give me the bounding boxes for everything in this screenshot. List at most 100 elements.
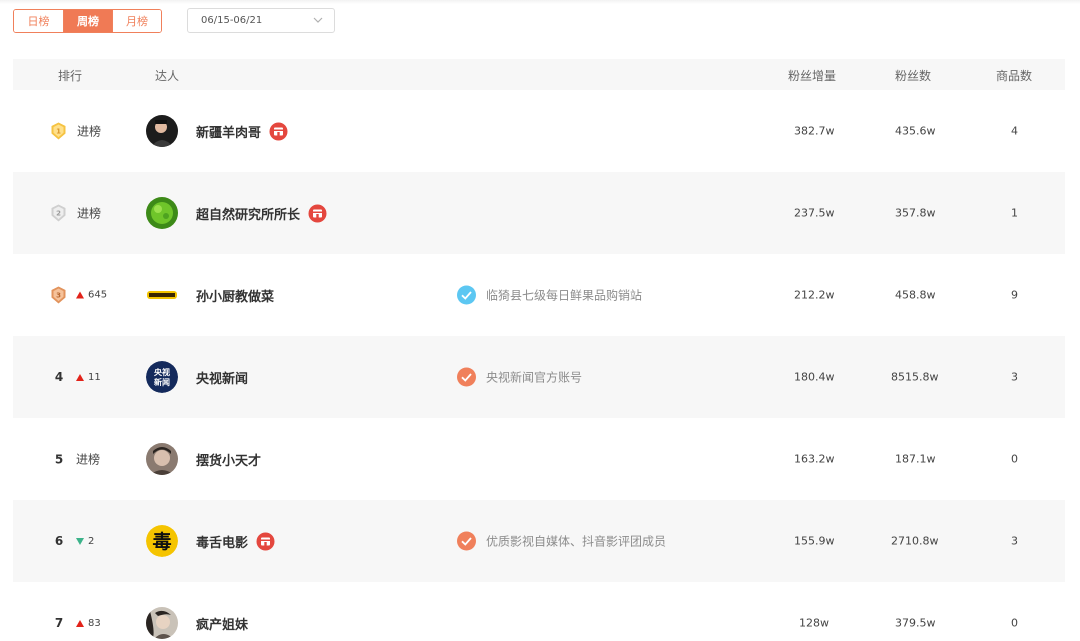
rank-cell: 3 645 [50, 286, 107, 305]
rank-change: 进榜 [77, 206, 102, 221]
svg-text:1: 1 [56, 128, 61, 136]
product-count: 0 [1011, 452, 1018, 466]
table-row[interactable]: 3 645 孙小厨教做菜 临猗县七级每日鲜果品购销站 212.2w 458.8w… [13, 254, 1065, 336]
fans-count: 187.1w [895, 452, 936, 466]
svg-text:央视: 央视 [154, 367, 170, 377]
product-count: 3 [1011, 370, 1018, 384]
rank-number: 6 [54, 534, 64, 548]
rank-change: 645 [76, 290, 107, 301]
svg-text:2: 2 [56, 210, 61, 218]
rank-cell: 1 进榜 [50, 122, 101, 141]
fans-count: 379.5w [895, 616, 936, 630]
rank-change-value: 2 [88, 535, 95, 547]
verification-text: 临猗县七级每日鲜果品购销站 [486, 288, 643, 303]
date-range-value: 06/15-06/21 [201, 15, 263, 26]
verification: 优质影视自媒体、抖音影评团成员 [457, 531, 667, 551]
rank-number: 4 [54, 370, 64, 384]
table-header: 排行 达人 粉丝增量 粉丝数 商品数 [13, 59, 1065, 90]
talent-cell: 摆货小天才 [146, 443, 261, 475]
silver-medal-icon: 2 [51, 204, 66, 222]
talent-cell: 毒 毒舌电影 [146, 525, 275, 557]
table-row[interactable]: 7 83 疯产姐妹 128w 379.5w 0 [13, 582, 1065, 641]
avatar[interactable] [146, 279, 178, 311]
product-count: 9 [1011, 288, 1018, 302]
avatar[interactable]: 央视 新闻 [146, 361, 178, 393]
talent-name[interactable]: 疯产姐妹 [196, 614, 248, 633]
col-products[interactable]: 商品数 [996, 67, 1032, 84]
col-talent: 达人 [155, 69, 180, 83]
fans-growth: 128w [799, 616, 829, 630]
fans-count: 458.8w [895, 288, 936, 302]
fans-count: 357.8w [895, 206, 936, 220]
talent-name[interactable]: 毒舌电影 [196, 532, 248, 551]
fans-count: 435.6w [895, 124, 936, 138]
svg-text:新闻: 新闻 [154, 377, 170, 387]
shop-icon [269, 122, 288, 140]
rank-cell: 4 11 [52, 370, 101, 384]
table-row[interactable]: 5 进榜 摆货小天才 163.2w 187.1w 0 [13, 418, 1065, 500]
table-row[interactable]: 1 进榜 新疆羊肉哥 382.7w 435.6w 4 [13, 90, 1065, 172]
top-shadow [0, 0, 1080, 4]
rank-change-value: 11 [88, 371, 101, 383]
rank-change: 进榜 [76, 452, 101, 467]
period-segment: 日榜 周榜 月榜 [13, 8, 162, 33]
avatar[interactable] [146, 115, 178, 147]
rank-up-icon [76, 619, 84, 627]
chevron-down-icon [313, 17, 323, 23]
avatar[interactable]: 毒 [146, 525, 178, 557]
product-count: 1 [1011, 206, 1018, 220]
table-row[interactable]: 6 2 毒 毒舌电影 优质影视自媒体、抖音影评团成员 155.9w 2710.8… [13, 500, 1065, 582]
product-count: 0 [1011, 616, 1018, 630]
shop-icon [256, 532, 275, 550]
verified-check-icon [457, 367, 476, 387]
product-count: 3 [1011, 534, 1018, 548]
fans-growth: 212.2w [794, 288, 835, 302]
tab-daily[interactable]: 日榜 [14, 9, 63, 32]
rank-change: 83 [76, 618, 101, 629]
fans-count: 2710.8w [891, 534, 939, 548]
talent-name[interactable]: 新疆羊肉哥 [196, 122, 261, 141]
tab-weekly[interactable]: 周榜 [63, 9, 112, 32]
rank-change-value: 83 [88, 617, 101, 629]
talent-name[interactable]: 摆货小天才 [196, 450, 261, 469]
rank-cell: 5 进榜 [52, 451, 100, 468]
talent-cell: 新疆羊肉哥 [146, 115, 288, 147]
period-tabs: 日榜 周榜 月榜 [13, 8, 162, 33]
talent-cell: 疯产姐妹 [146, 607, 248, 639]
verification: 临猗县七级每日鲜果品购销站 [457, 285, 643, 305]
rank-down-icon [76, 537, 84, 545]
rank-cell: 7 83 [52, 616, 101, 630]
verified-check-icon [457, 285, 476, 305]
avatar[interactable] [146, 443, 178, 475]
svg-text:毒: 毒 [152, 530, 171, 553]
svg-text:3: 3 [56, 292, 61, 300]
table-row[interactable]: 4 11 央视 新闻 央视新闻 央视新闻官方账号 180.4w 8515.8w 3 [13, 336, 1065, 418]
talent-name[interactable]: 孙小厨教做菜 [196, 286, 274, 305]
verification: 央视新闻官方账号 [457, 367, 583, 387]
rank-number: 7 [54, 616, 64, 630]
rank-up-icon [76, 373, 84, 381]
rank-cell: 2 进榜 [50, 204, 101, 223]
fans-count: 8515.8w [891, 370, 939, 384]
bronze-medal-icon: 3 [51, 286, 66, 304]
rank-cell: 6 2 [52, 534, 95, 548]
product-count: 4 [1011, 124, 1018, 138]
talent-name[interactable]: 超自然研究所所长 [196, 204, 300, 223]
verification-text: 优质影视自媒体、抖音影评团成员 [486, 534, 667, 549]
rank-change: 2 [76, 536, 94, 547]
date-range-select[interactable]: 06/15-06/21 [187, 8, 335, 33]
fans-growth: 163.2w [794, 452, 835, 466]
table-row[interactable]: 2 进榜 超自然研究所所长 237.5w 357.8w 1 [13, 172, 1065, 254]
talent-name[interactable]: 央视新闻 [196, 368, 248, 387]
col-fans[interactable]: 粉丝数 [895, 67, 931, 84]
gold-medal-icon: 1 [51, 122, 66, 140]
col-fans-growth[interactable]: 粉丝增量 [788, 67, 836, 84]
rank-up-icon [76, 291, 84, 299]
avatar[interactable] [146, 607, 178, 639]
fans-growth: 180.4w [794, 370, 835, 384]
avatar[interactable] [146, 197, 178, 229]
tab-monthly[interactable]: 月榜 [112, 9, 161, 32]
rank-number: 5 [54, 452, 64, 466]
fans-growth: 382.7w [794, 124, 835, 138]
verification-text: 央视新闻官方账号 [486, 370, 583, 385]
